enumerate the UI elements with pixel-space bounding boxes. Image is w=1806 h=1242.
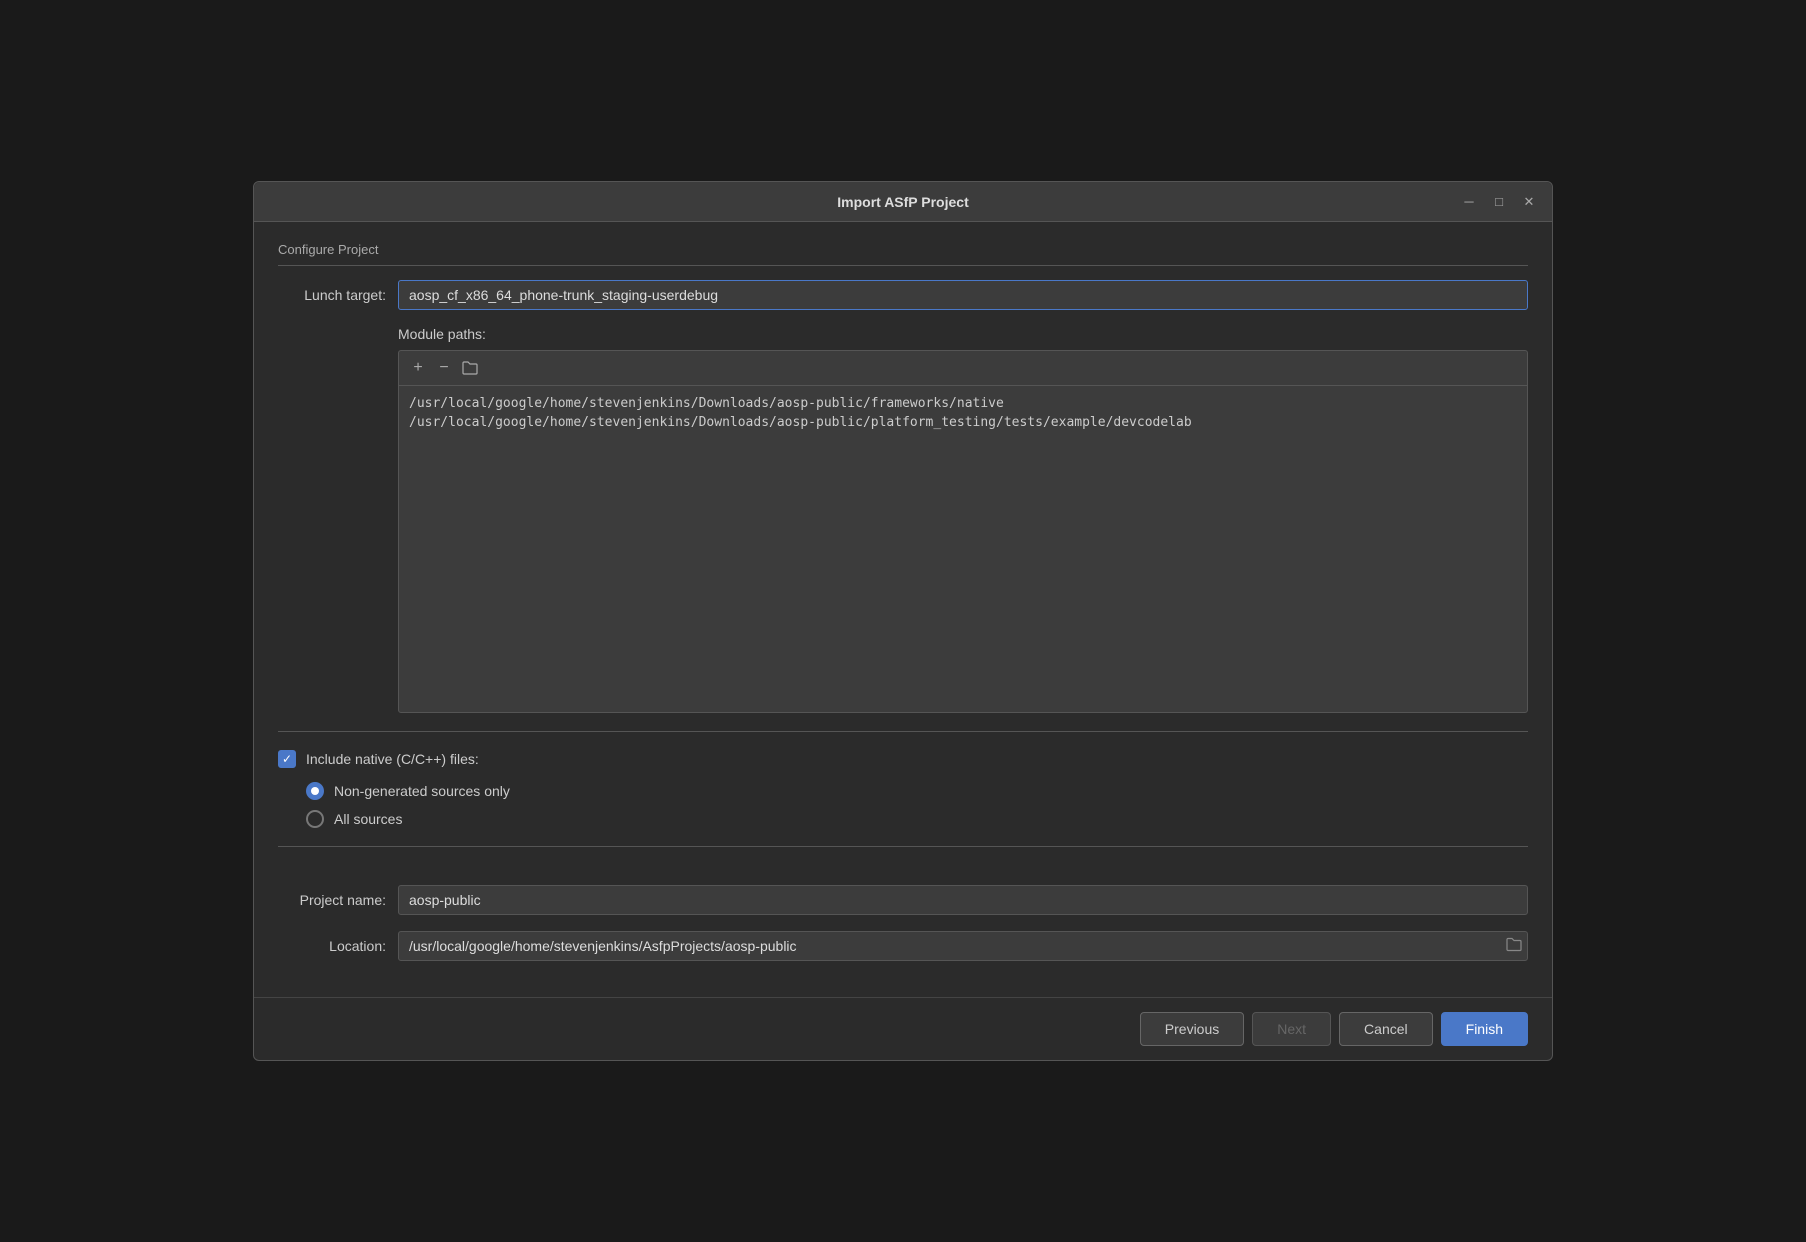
project-name-label: Project name:: [278, 892, 398, 908]
lunch-target-input[interactable]: [398, 280, 1528, 310]
maximize-button[interactable]: □: [1488, 191, 1510, 213]
browse-module-button[interactable]: [459, 357, 481, 379]
titlebar-controls: ─ □ ✕: [1458, 191, 1540, 213]
dialog-content: Configure Project Lunch target: Module p…: [254, 222, 1552, 997]
import-dialog: Import ASfP Project ─ □ ✕ Configure Proj…: [253, 181, 1553, 1061]
previous-button[interactable]: Previous: [1140, 1012, 1244, 1046]
separator: [278, 731, 1528, 732]
radio-non-generated-label: Non-generated sources only: [334, 783, 510, 799]
include-native-row: ✓ Include native (C/C++) files:: [278, 750, 1528, 768]
folder-icon: [462, 361, 478, 375]
radio-non-generated[interactable]: [306, 782, 324, 800]
next-button: Next: [1252, 1012, 1331, 1046]
dialog-footer: Previous Next Cancel Finish: [254, 997, 1552, 1060]
location-folder-icon: [1506, 938, 1522, 952]
radio-all-sources-row[interactable]: All sources: [306, 810, 1528, 828]
module-paths-label: Module paths:: [398, 326, 1528, 342]
lunch-target-row: Lunch target:: [278, 280, 1528, 310]
close-button[interactable]: ✕: [1518, 191, 1540, 213]
list-item: /usr/local/google/home/stevenjenkins/Dow…: [409, 394, 1517, 413]
add-module-button[interactable]: +: [407, 357, 429, 379]
module-toolbar: + −: [399, 351, 1527, 386]
lunch-target-label: Lunch target:: [278, 287, 398, 303]
section-header: Configure Project: [278, 242, 1528, 266]
location-label: Location:: [278, 938, 398, 954]
location-input-wrapper: [398, 931, 1528, 961]
project-name-row: Project name:: [278, 885, 1528, 915]
radio-non-generated-row[interactable]: Non-generated sources only: [306, 782, 1528, 800]
location-input[interactable]: [398, 931, 1528, 961]
radio-all-sources[interactable]: [306, 810, 324, 828]
finish-button[interactable]: Finish: [1441, 1012, 1528, 1046]
location-row: Location:: [278, 931, 1528, 961]
include-native-label: Include native (C/C++) files:: [306, 751, 479, 767]
radio-group: Non-generated sources only All sources: [306, 782, 1528, 828]
module-paths-container: + − /usr/local/google/home/stevenjenkins…: [398, 350, 1528, 713]
radio-all-sources-label: All sources: [334, 811, 402, 827]
list-item: /usr/local/google/home/stevenjenkins/Dow…: [409, 413, 1517, 432]
titlebar: Import ASfP Project ─ □ ✕: [254, 182, 1552, 222]
remove-module-button[interactable]: −: [433, 357, 455, 379]
module-list: /usr/local/google/home/stevenjenkins/Dow…: [399, 386, 1527, 586]
include-native-checkbox[interactable]: ✓: [278, 750, 296, 768]
project-name-input[interactable]: [398, 885, 1528, 915]
separator-2: [278, 846, 1528, 847]
location-browse-button[interactable]: [1506, 938, 1522, 955]
check-icon: ✓: [282, 752, 292, 766]
minimize-button[interactable]: ─: [1458, 191, 1480, 213]
cancel-button[interactable]: Cancel: [1339, 1012, 1433, 1046]
dialog-title: Import ASfP Project: [837, 194, 968, 210]
